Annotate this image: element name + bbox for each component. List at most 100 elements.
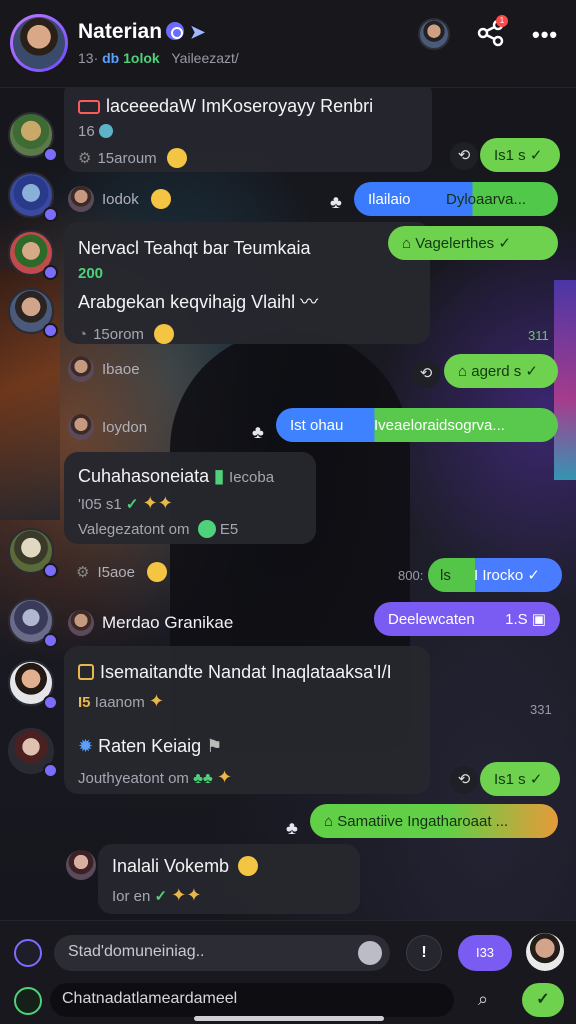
message-sub: 200 bbox=[78, 265, 104, 282]
message-meta-row: Ibaoe bbox=[68, 356, 140, 382]
reply-pill[interactable]: Ist ohau Iveaeloraidsogrva... bbox=[276, 408, 558, 442]
emoji-icon bbox=[197, 520, 216, 538]
contact-status: 13· db 1olok Yaileezazt/ bbox=[78, 50, 239, 66]
sender-avatar[interactable] bbox=[8, 112, 58, 162]
message-input[interactable]: Chatnadatlameardameel bbox=[50, 983, 454, 1017]
reply-pill[interactable]: ls I Irocko ✓ bbox=[428, 558, 562, 592]
contact-name-text: Naterian bbox=[78, 20, 163, 43]
message-sub: 16 bbox=[78, 123, 418, 140]
music-icon[interactable] bbox=[14, 939, 42, 967]
message-bubble[interactable]: Nervacl Teahqt bar Teumkaia 200 Arabgeka… bbox=[64, 222, 430, 344]
reply-pill[interactable]: ⌂ Vagelerthes ✓ bbox=[388, 226, 558, 260]
meta-text: Ibaoe bbox=[102, 360, 140, 378]
message-bubble[interactable]: Inalali Vokemb Ior en ✓ ✦✦ bbox=[98, 844, 360, 914]
pill-text: Vagelerthes ✓ bbox=[415, 235, 511, 252]
message-composer: Stad'domuneiniag.. ! I33 Chatnadatlamear… bbox=[0, 920, 576, 1024]
contact-avatar[interactable] bbox=[10, 14, 68, 72]
emoji-icon bbox=[153, 324, 174, 344]
tag-icon bbox=[78, 664, 94, 680]
grid-button[interactable]: I33 bbox=[458, 935, 512, 971]
reply-pill[interactable]: ⌂ agerd s ✓ bbox=[444, 354, 558, 388]
message-meta: Jouthyeatont om ♣♣ ✦ bbox=[78, 767, 233, 787]
emoji-icon bbox=[238, 856, 259, 876]
send-button[interactable]: ✓ bbox=[522, 983, 564, 1017]
reaction-icon[interactable]: ♣ bbox=[330, 192, 342, 213]
sender-avatar[interactable] bbox=[8, 288, 58, 338]
side-count: 800: bbox=[398, 568, 424, 583]
sender-avatar[interactable] bbox=[8, 598, 58, 648]
sender-avatar[interactable] bbox=[8, 528, 58, 578]
reply-pill[interactable]: Is1 s ✓ bbox=[480, 138, 560, 172]
status-prefix: 13· bbox=[78, 50, 99, 66]
pill-text: Samatiive Ingatharoaat ... bbox=[337, 812, 509, 830]
message-text: Isemaitandte Nandat Inaqlataaksa'I/I bbox=[78, 662, 416, 683]
online-badge bbox=[43, 763, 58, 778]
mini-avatar bbox=[68, 414, 94, 440]
flag-icon: ⚑ bbox=[206, 736, 223, 756]
search-icon[interactable] bbox=[358, 941, 382, 965]
meta-text: Ioydon bbox=[102, 418, 148, 436]
message-meta-row: Merdao Granikae bbox=[68, 610, 233, 636]
reaction-icon[interactable]: ♣ bbox=[252, 422, 264, 443]
status-tag: db bbox=[102, 50, 120, 66]
tag-icon: ▮ bbox=[214, 466, 225, 486]
online-badge bbox=[43, 265, 58, 280]
profile-avatar[interactable] bbox=[418, 18, 450, 50]
message-text: Inalali Vokemb bbox=[112, 856, 346, 877]
online-badge bbox=[43, 147, 58, 162]
send-plane-icon: ➤ bbox=[190, 22, 206, 42]
info-button[interactable]: ! bbox=[406, 935, 442, 971]
mini-avatar bbox=[68, 186, 94, 212]
online-badge bbox=[43, 207, 58, 222]
pill-right: Dyloaarva... bbox=[446, 190, 527, 208]
message-meta-row: ⚙ I5aoe bbox=[76, 562, 167, 582]
mini-avatar bbox=[68, 356, 94, 382]
flag-icon bbox=[78, 100, 100, 114]
reply-pill[interactable]: Is1 s ✓ bbox=[480, 762, 560, 796]
refresh-icon[interactable]: ⟲ bbox=[450, 766, 478, 794]
message-text: laceeedaW ImKoseroyayy Renbri bbox=[78, 96, 418, 117]
contact-name[interactable]: Naterian ➤ bbox=[78, 20, 205, 44]
chat-messages[interactable]: laceeedaW ImKoseroyayy Renbri 16 ⚙ 15arou… bbox=[0, 80, 576, 920]
pill-left: ls bbox=[440, 566, 451, 584]
message-meta: Ior en ✓ ✦✦ bbox=[112, 885, 202, 905]
share-button[interactable]: 1 bbox=[476, 15, 508, 48]
pill-text: Deelewcaten bbox=[388, 610, 475, 628]
home-indicator[interactable] bbox=[194, 1016, 384, 1021]
message-text-2: ✹ Raten Keiaig ⚑ bbox=[78, 736, 223, 756]
refresh-icon[interactable]: ⟲ bbox=[450, 142, 478, 170]
pill-left: Ilailaio bbox=[368, 190, 411, 208]
message-bubble[interactable]: Isemaitandte Nandat Inaqlataaksa'I/I I5 … bbox=[64, 646, 430, 794]
door-icon: ⌂ bbox=[458, 362, 468, 380]
reply-pill[interactable]: Ilailaio Dyloaarva... bbox=[354, 182, 558, 216]
reply-pill[interactable]: ⌂ Samatiive Ingatharoaat ... bbox=[310, 804, 558, 838]
message-meta: ⚙ 15aroum bbox=[78, 148, 418, 168]
reaction-icon[interactable]: ♣ bbox=[286, 818, 298, 839]
side-count: 331 bbox=[530, 702, 552, 717]
message-sub: 'I05 s1 ✓ ✦✦ bbox=[78, 493, 173, 513]
meta-text: I5aoe bbox=[97, 563, 135, 581]
search-input[interactable]: Stad'domuneiniag.. bbox=[54, 935, 390, 971]
user-avatar[interactable] bbox=[526, 933, 564, 971]
pill-right: 1.S ▣ bbox=[505, 611, 546, 628]
message-bubble[interactable]: laceeedaW ImKoseroyayy Renbri 16 ⚙ 15arou… bbox=[64, 80, 432, 172]
settings-icon: ⚙ bbox=[76, 564, 90, 581]
edit-icon[interactable] bbox=[14, 987, 42, 1015]
sender-avatar[interactable] bbox=[8, 172, 58, 222]
wave-icon: 〰 bbox=[300, 292, 319, 312]
message-text: Cuhahasoneiata ▮ Iecoba bbox=[78, 466, 275, 486]
pill-right: Iveaeloraidsogrva... bbox=[374, 416, 505, 434]
sender-avatar[interactable] bbox=[8, 728, 58, 778]
magnifier-icon[interactable]: ⌕ bbox=[478, 989, 488, 1010]
message-bubble[interactable]: Cuhahasoneiata ▮ Iecoba 'I05 s1 ✓ ✦✦ Val… bbox=[64, 452, 316, 544]
meta-text: Iodok bbox=[102, 190, 139, 208]
refresh-icon[interactable]: ⟲ bbox=[412, 360, 440, 388]
sender-avatar[interactable] bbox=[8, 660, 58, 710]
emoji-icon bbox=[166, 148, 187, 168]
pill-left: Ist ohau bbox=[290, 416, 344, 434]
chat-header: Naterian ➤ 13· db 1olok Yaileezazt/ 1 ••• bbox=[0, 0, 576, 88]
avatar-face bbox=[13, 17, 65, 69]
sender-avatar[interactable] bbox=[8, 230, 58, 280]
reply-pill[interactable]: Deelewcaten 1.S ▣ bbox=[374, 602, 560, 636]
more-options-icon[interactable]: ••• bbox=[532, 22, 558, 48]
